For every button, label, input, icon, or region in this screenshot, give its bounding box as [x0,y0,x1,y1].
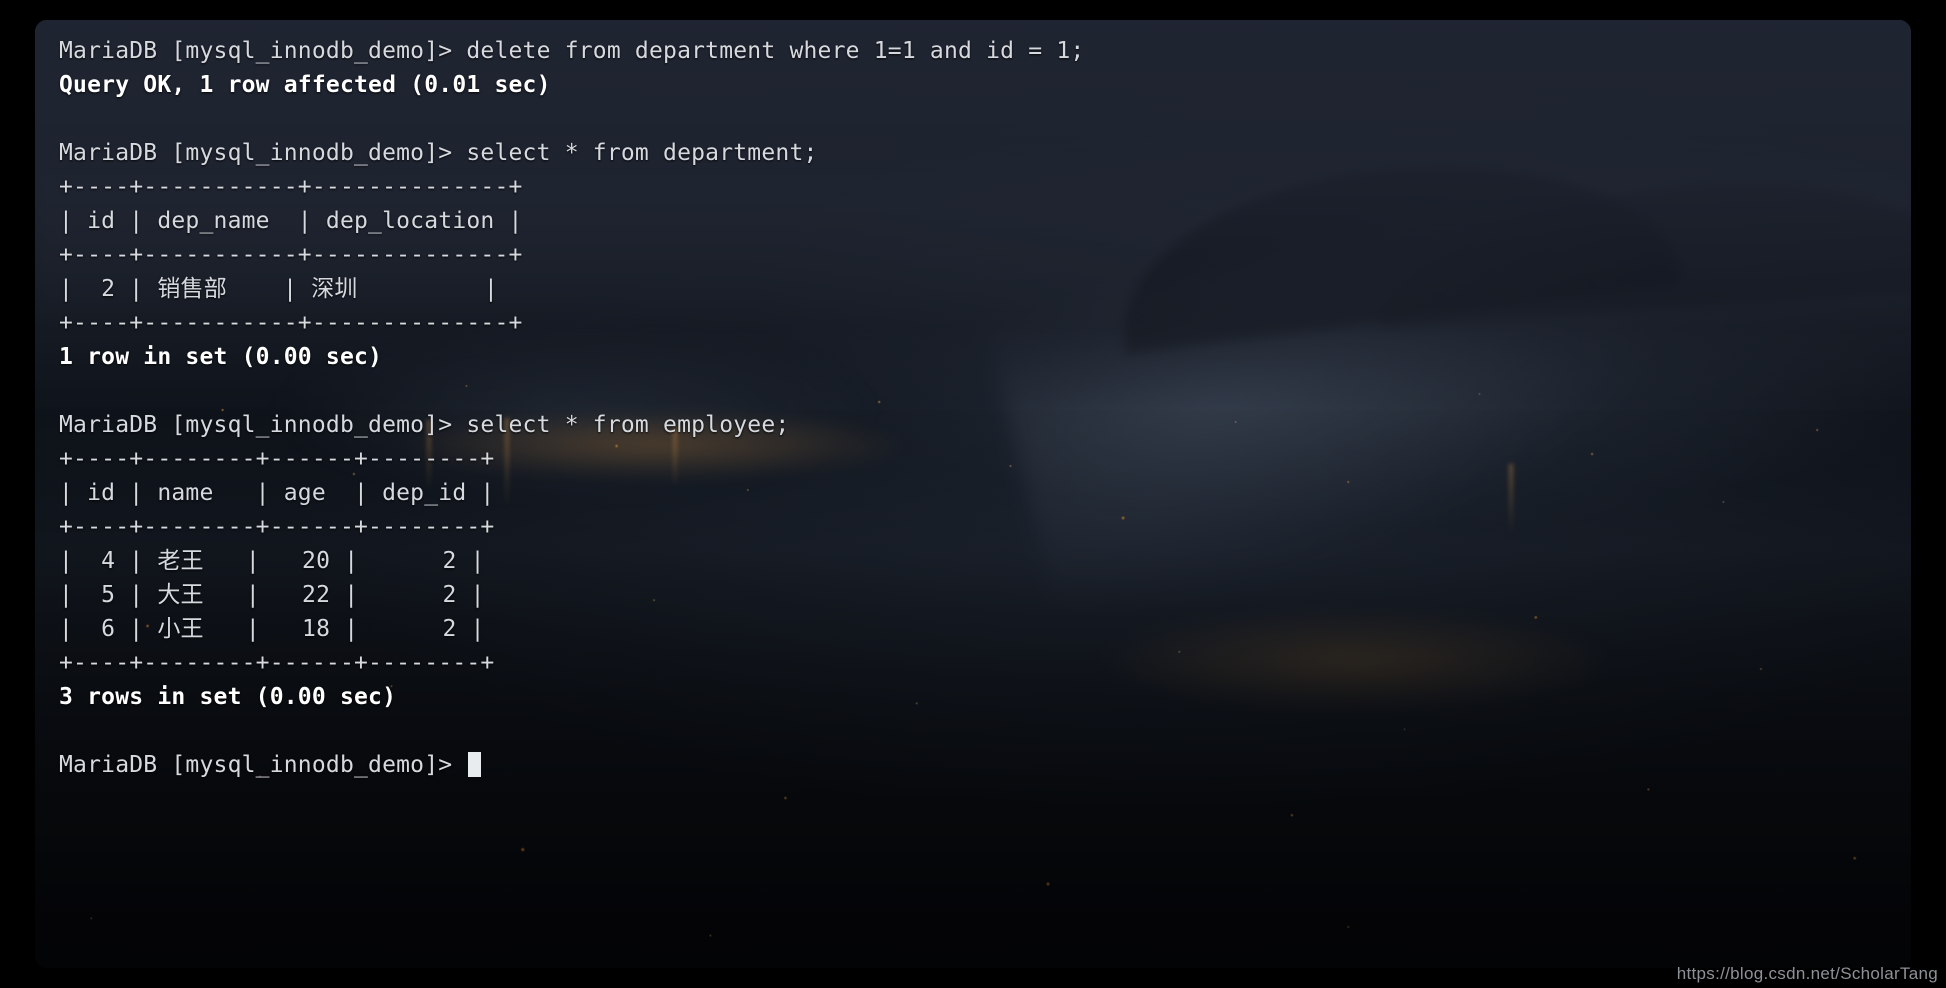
terminal-result-text: Query OK, 1 row affected (0.01 sec) [59,72,551,98]
terminal-line: MariaDB [mysql_innodb_demo]> delete from… [35,34,1911,68]
terminal-text: | 4 | 老王 | 20 | 2 | [59,548,485,574]
terminal-text: | 5 | 大王 | 22 | 2 | [59,582,485,608]
terminal-text: +----+--------+------+--------+ [59,514,495,540]
watermark-url: https://blog.csdn.net/ScholarTang [1676,964,1938,983]
terminal-text: +----+-----------+--------------+ [59,310,523,336]
terminal-line [35,714,1911,748]
terminal-text: MariaDB [mysql_innodb_demo]> select * fr… [59,140,818,166]
terminal-line: MariaDB [mysql_innodb_demo]> [35,748,1911,782]
terminal-line: Query OK, 1 row affected (0.01 sec) [35,68,1911,102]
terminal-line: | id | dep_name | dep_location | [35,204,1911,238]
terminal-line: +----+--------+------+--------+ [35,510,1911,544]
terminal-line [35,102,1911,136]
terminal-text: | 2 | 销售部 | 深圳 | [59,276,499,302]
terminal-text: | id | name | age | dep_id | [59,480,495,506]
terminal-line: +----+--------+------+--------+ [35,442,1911,476]
terminal-line: 3 rows in set (0.00 sec) [35,680,1911,714]
terminal-line: | id | name | age | dep_id | [35,476,1911,510]
terminal-line: MariaDB [mysql_innodb_demo]> select * fr… [35,136,1911,170]
terminal-line: | 6 | 小王 | 18 | 2 | [35,612,1911,646]
terminal-line: +----+-----------+--------------+ [35,306,1911,340]
terminal-line: +----+--------+------+--------+ [35,646,1911,680]
terminal-output[interactable]: MariaDB [mysql_innodb_demo]> delete from… [35,20,1911,782]
terminal-text: MariaDB [mysql_innodb_demo]> delete from… [59,38,1085,64]
terminal-line: +----+-----------+--------------+ [35,238,1911,272]
terminal-text: | id | dep_name | dep_location | [59,208,523,234]
terminal-line: 1 row in set (0.00 sec) [35,340,1911,374]
terminal-result-text: 3 rows in set (0.00 sec) [59,684,397,710]
terminal-text: +----+-----------+--------------+ [59,242,523,268]
terminal-result-text: 1 row in set (0.00 sec) [59,344,383,370]
terminal-line: | 2 | 销售部 | 深圳 | [35,272,1911,306]
terminal-window[interactable]: MariaDB [mysql_innodb_demo]> delete from… [35,20,1911,968]
terminal-line [35,374,1911,408]
text-cursor[interactable] [468,752,482,777]
terminal-text: +----+-----------+--------------+ [59,174,523,200]
terminal-line: +----+-----------+--------------+ [35,170,1911,204]
terminal-line: | 5 | 大王 | 22 | 2 | [35,578,1911,612]
terminal-text: | 6 | 小王 | 18 | 2 | [59,616,485,642]
terminal-line: | 4 | 老王 | 20 | 2 | [35,544,1911,578]
terminal-text: MariaDB [mysql_innodb_demo]> select * fr… [59,412,790,438]
terminal-text: +----+--------+------+--------+ [59,650,495,676]
terminal-prompt: MariaDB [mysql_innodb_demo]> [59,752,467,778]
screenshot-root: MariaDB [mysql_innodb_demo]> delete from… [0,0,1946,988]
terminal-line: MariaDB [mysql_innodb_demo]> select * fr… [35,408,1911,442]
terminal-text: +----+--------+------+--------+ [59,446,495,472]
